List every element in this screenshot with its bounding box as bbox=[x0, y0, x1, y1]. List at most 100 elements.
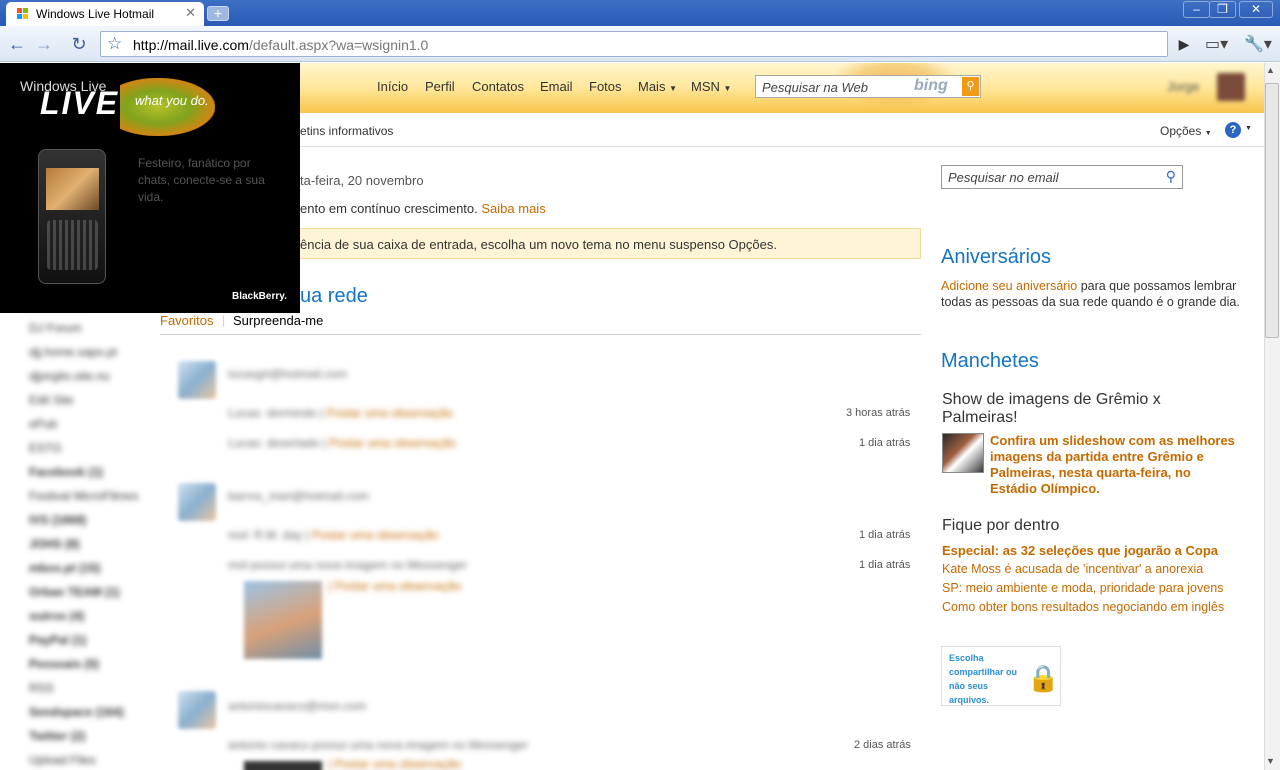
scrollbar-thumb[interactable] bbox=[1265, 83, 1279, 338]
news-link[interactable]: Como obter bons resultados negociando em… bbox=[942, 600, 1224, 614]
folder-item[interactable]: Twitter (2) bbox=[29, 729, 85, 743]
shared-photo[interactable] bbox=[244, 761, 322, 770]
mail-search-placeholder: Pesquisar no email bbox=[948, 170, 1059, 185]
folder-item[interactable]: DJ Forum bbox=[29, 321, 82, 335]
ad-tagline: what you do. bbox=[135, 93, 209, 108]
mail-search-box[interactable]: Pesquisar no email ⚲ bbox=[941, 165, 1183, 189]
folder-item[interactable]: Orban TEAM (1) bbox=[29, 585, 120, 599]
close-window-button[interactable]: ✕ bbox=[1239, 1, 1273, 18]
folder-item[interactable]: ePub bbox=[29, 417, 57, 431]
chevron-down-icon[interactable]: ▼ bbox=[1245, 125, 1252, 132]
feed-line-text: mol: R.M. day | bbox=[228, 528, 309, 542]
address-bar[interactable]: ☆ http://mail.live.com/default.aspx?wa=w… bbox=[100, 31, 1168, 57]
folder-item[interactable]: IVS (1668) bbox=[29, 513, 86, 527]
url-text: http://mail.live.com/default.aspx?wa=wsi… bbox=[133, 37, 428, 53]
minimize-button[interactable]: – bbox=[1183, 1, 1210, 18]
date-text: ta-feira, 20 novembro bbox=[300, 173, 424, 188]
avatar[interactable] bbox=[178, 691, 216, 729]
share-files-box[interactable]: Escolha compartilhar ou não seus arquivo… bbox=[941, 646, 1061, 706]
avatar[interactable] bbox=[178, 361, 216, 399]
folder-item[interactable]: Pessoais (5) bbox=[29, 657, 99, 671]
folder-item[interactable]: Facebook (1) bbox=[29, 465, 103, 479]
folder-item[interactable]: mbox.pt (15) bbox=[29, 561, 100, 575]
windows-live-favicon-icon bbox=[17, 8, 28, 19]
news-link[interactable]: SP: meio ambiente e moda, prioridade par… bbox=[942, 581, 1223, 595]
scroll-up-icon[interactable]: ▲ bbox=[1266, 65, 1275, 75]
ad-text: Festeiro, fanático por chats, conecte-se… bbox=[138, 156, 265, 204]
post-comment-link[interactable]: Postar uma observação bbox=[329, 436, 456, 450]
reload-icon[interactable]: ↻ bbox=[67, 32, 91, 56]
feed-email[interactable]: antoniocavaco@msn.com bbox=[228, 699, 366, 713]
headlines-heading: Manchetes bbox=[941, 350, 1039, 372]
page-menu-icon[interactable]: ▭▾ bbox=[1205, 34, 1228, 56]
options-label: Opções bbox=[1160, 124, 1202, 138]
folder-item[interactable]: JOHS (8) bbox=[29, 537, 80, 551]
web-search-box[interactable]: Pesquisar na Web bing ⚲ bbox=[755, 75, 981, 98]
post-comment-link[interactable]: Postar uma observação bbox=[327, 406, 454, 420]
folder-item[interactable]: Edit Site bbox=[29, 393, 74, 407]
tab-close-icon[interactable]: ✕ bbox=[185, 5, 196, 21]
folder-item[interactable]: Festival MicroFilmes bbox=[29, 489, 138, 503]
nav-msn[interactable]: MSN ▼ bbox=[691, 79, 731, 94]
headline-title[interactable]: Show de imagens de Grêmio x Palmeiras! bbox=[942, 391, 1202, 427]
news-link[interactable]: Especial: as 32 seleções que jogarão a C… bbox=[942, 543, 1218, 558]
nav-fotos[interactable]: Fotos bbox=[589, 79, 622, 94]
post-comment-link[interactable]: Postar uma observação bbox=[312, 528, 439, 542]
search-icon[interactable]: ⚲ bbox=[1166, 168, 1176, 185]
growth-label: ento em contínuo crescimento. bbox=[300, 201, 478, 216]
blackberry-phone-image bbox=[38, 149, 106, 284]
nav-inicio[interactable]: Início bbox=[377, 79, 408, 94]
nav-mais[interactable]: Mais ▼ bbox=[638, 79, 677, 94]
folder-item[interactable]: outros (4) bbox=[29, 609, 84, 623]
folder-item[interactable]: djjorgito.site.nu bbox=[29, 369, 110, 383]
headline-thumbnail[interactable] bbox=[942, 433, 984, 473]
folder-item[interactable]: RSS bbox=[29, 681, 54, 695]
back-arrow-icon[interactable]: ← bbox=[5, 32, 29, 56]
scroll-down-icon[interactable]: ▼ bbox=[1266, 756, 1275, 766]
folder-item[interactable]: Upload Files bbox=[29, 753, 96, 767]
nav-email[interactable]: Email bbox=[540, 79, 573, 94]
shared-photo[interactable] bbox=[244, 581, 322, 659]
options-menu[interactable]: Opções ▼ bbox=[1160, 124, 1212, 138]
folder-item[interactable]: PayPal (1) bbox=[29, 633, 86, 647]
feed-email[interactable]: barros_mari@hotmail.com bbox=[228, 489, 369, 503]
folder-item[interactable]: ESTG bbox=[29, 441, 62, 455]
news-link[interactable]: Kate Moss é acusada de 'incentivar' a an… bbox=[942, 562, 1203, 576]
post-comment-link[interactable]: | Postar uma observação bbox=[328, 579, 461, 593]
nav-perfil[interactable]: Perfil bbox=[425, 79, 455, 94]
bookmark-star-icon[interactable]: ☆ bbox=[107, 34, 122, 54]
network-heading: ua rede bbox=[300, 285, 368, 307]
avatar[interactable] bbox=[178, 483, 216, 521]
feed-line-text: Lucas: dormindo | bbox=[228, 406, 324, 420]
nav-contatos[interactable]: Contatos bbox=[472, 79, 524, 94]
live-logo: LIVE bbox=[40, 85, 120, 121]
post-comment-link[interactable]: | Postar uma observação bbox=[328, 757, 461, 770]
newsletters-link[interactable]: etins informativos bbox=[300, 124, 393, 138]
feed-email[interactable]: lucasgrt@hotmail.com bbox=[228, 367, 347, 381]
birthdays-text: Adicione seu aniversário para que possam… bbox=[941, 278, 1241, 310]
stay-heading: Fique por dentro bbox=[942, 517, 1060, 534]
browser-tab[interactable]: Windows Live Hotmail ✕ bbox=[6, 2, 204, 26]
tab-surprise[interactable]: Surpreenda-me bbox=[233, 313, 323, 328]
folder-item[interactable]: Sendspace (164) bbox=[29, 705, 124, 719]
go-arrow-icon[interactable]: ▶ bbox=[1172, 32, 1196, 56]
lock-icon: 🔒 bbox=[1027, 663, 1060, 693]
maximize-button[interactable]: ❐ bbox=[1209, 1, 1236, 18]
search-icon[interactable]: ⚲ bbox=[962, 77, 979, 96]
tab-favorites[interactable]: Favoritos bbox=[160, 313, 213, 328]
forward-arrow-icon[interactable]: → bbox=[32, 32, 56, 56]
folder-item[interactable]: djj.home.sapo.pt bbox=[29, 345, 117, 359]
web-search-placeholder: Pesquisar na Web bbox=[762, 80, 868, 95]
headline-link[interactable]: Confira um slideshow com as melhores ima… bbox=[990, 433, 1235, 497]
add-birthday-link[interactable]: Adicione seu aniversário bbox=[941, 279, 1077, 293]
phone-screen bbox=[46, 168, 99, 210]
help-icon[interactable]: ? bbox=[1225, 122, 1241, 138]
feed-line-text: Lucas: deserlado | bbox=[228, 436, 326, 450]
wrench-menu-icon[interactable]: 🔧▾ bbox=[1244, 34, 1272, 56]
user-profile[interactable]: Jorge bbox=[1165, 73, 1245, 103]
new-tab-button[interactable]: + bbox=[207, 6, 229, 21]
learn-more-link[interactable]: Saiba mais bbox=[481, 201, 545, 216]
feed-line: mol: R.M. day | Postar uma observação bbox=[228, 528, 439, 542]
feed-time: 1 dia atrás bbox=[859, 529, 911, 541]
blackberry-ad[interactable]: Windows Live LIVE what you do. Festeiro,… bbox=[0, 63, 300, 313]
